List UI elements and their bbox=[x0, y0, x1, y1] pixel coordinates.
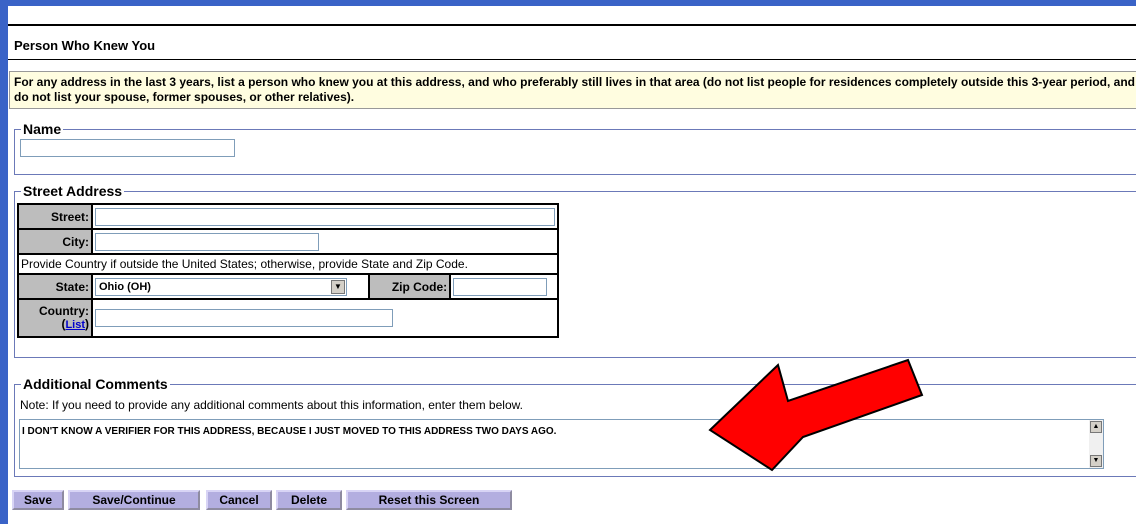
reset-button[interactable]: Reset this Screen bbox=[346, 490, 512, 510]
name-legend: Name bbox=[21, 121, 64, 137]
state-select-value: Ohio (OH) bbox=[99, 280, 151, 293]
name-fieldset-bottom bbox=[14, 174, 1136, 175]
instructions-box: For any address in the last 3 years, lis… bbox=[9, 71, 1136, 109]
comments-fieldset-bottom bbox=[14, 476, 1136, 477]
city-cell bbox=[91, 228, 559, 255]
state-cell: Ohio (OH) ▼ bbox=[91, 273, 370, 300]
comments-text: I DON'T KNOW A VERIFIER FOR THIS ADDRESS… bbox=[22, 426, 557, 437]
comments-textarea[interactable]: I DON'T KNOW A VERIFIER FOR THIS ADDRESS… bbox=[19, 419, 1104, 469]
section-divider bbox=[8, 59, 1136, 60]
street-address-fieldset-bottom bbox=[14, 357, 1136, 358]
comments-legend: Additional Comments bbox=[21, 376, 170, 392]
save-button[interactable]: Save bbox=[12, 490, 64, 510]
save-continue-button[interactable]: Save/Continue bbox=[68, 490, 200, 510]
country-label: Country: bbox=[39, 303, 89, 318]
address-table: Street: City: Provide Country if outside… bbox=[17, 203, 559, 338]
delete-button[interactable]: Delete bbox=[276, 490, 342, 510]
scroll-up-icon[interactable]: ▲ bbox=[1090, 421, 1102, 433]
city-input[interactable] bbox=[95, 232, 319, 251]
zip-cell bbox=[449, 273, 559, 300]
country-cell bbox=[91, 298, 559, 338]
window-left-frame bbox=[0, 0, 8, 524]
section-title: Person Who Knew You bbox=[14, 38, 156, 53]
name-input[interactable] bbox=[20, 139, 235, 157]
red-arrow-icon bbox=[708, 358, 924, 472]
street-cell bbox=[91, 203, 559, 230]
chevron-down-icon[interactable]: ▼ bbox=[331, 279, 345, 294]
name-fieldset: Name bbox=[14, 121, 1136, 174]
top-divider bbox=[8, 24, 1136, 26]
city-label: City: bbox=[17, 228, 93, 255]
zip-label: Zip Code: bbox=[367, 273, 452, 300]
window-top-frame bbox=[0, 0, 1136, 6]
country-input[interactable] bbox=[95, 309, 393, 327]
scroll-down-icon[interactable]: ▼ bbox=[1090, 455, 1102, 467]
street-input[interactable] bbox=[95, 207, 555, 226]
zip-input[interactable] bbox=[453, 277, 548, 296]
comments-scrollbar[interactable]: ▲ ▼ bbox=[1089, 420, 1103, 468]
country-label-cell: Country: (List) bbox=[17, 298, 93, 338]
comments-note: Note: If you need to provide any additio… bbox=[20, 398, 523, 412]
country-note: Provide Country if outside the United St… bbox=[17, 253, 559, 275]
street-address-legend: Street Address bbox=[21, 183, 125, 199]
country-list-link[interactable]: List bbox=[65, 319, 85, 331]
state-label: State: bbox=[17, 273, 93, 300]
state-select[interactable]: Ohio (OH) ▼ bbox=[95, 277, 347, 296]
cancel-button[interactable]: Cancel bbox=[206, 490, 272, 510]
street-label: Street: bbox=[17, 203, 93, 230]
